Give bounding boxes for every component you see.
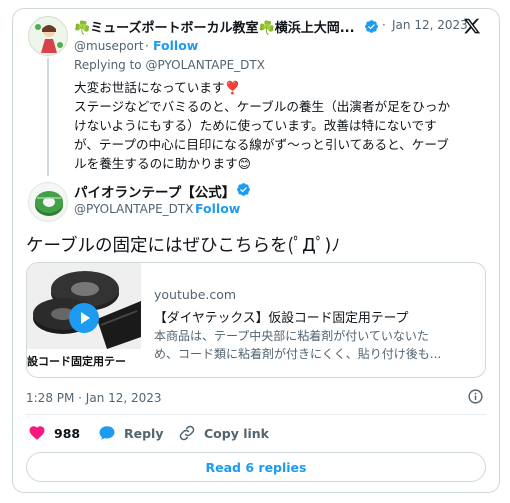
- link-icon: [179, 425, 195, 441]
- reply-line: ルを養生するのに助かります😊: [74, 156, 251, 171]
- reply-label: Reply: [124, 425, 164, 441]
- verified-badge-icon: [237, 183, 250, 196]
- main-follow-link[interactable]: Follow: [195, 201, 240, 216]
- reply-body: 大変お世話になっています❣️ ステージなどでバミるのと、ケーブルの養生（出演者が…: [74, 78, 484, 173]
- read-replies-button[interactable]: Read 6 replies: [26, 452, 486, 482]
- thread-connector-line: [47, 58, 49, 176]
- reply-line: けないようにもする）ために使っています。改善は特にないです: [74, 118, 437, 133]
- reply-display-name[interactable]: ☘️ミューズポートボーカル教室☘️横浜上大岡...: [74, 17, 355, 36]
- main-timestamp[interactable]: 1:28 PM · Jan 12, 2023: [26, 391, 162, 405]
- reply-handle[interactable]: @museport: [74, 39, 144, 53]
- x-logo-icon[interactable]: [463, 17, 481, 35]
- reply-handle-separator: ·: [145, 39, 149, 53]
- like-button[interactable]: 988: [28, 424, 80, 442]
- pyolan-avatar[interactable]: [28, 182, 68, 222]
- card-description-line: 本商品は、テープ中央部に粘着剤が付いていないた: [154, 329, 429, 343]
- main-display-name[interactable]: パイオランテープ【公式】: [74, 181, 235, 201]
- main-handle-separator: ·: [186, 202, 190, 216]
- main-handle[interactable]: @PYOLANTAPE_DTX: [74, 202, 193, 216]
- card-title: 【ダイヤテックス】仮設コード固定用テープ: [154, 311, 409, 326]
- replying-to-prefix: Replying to: [74, 58, 142, 72]
- card-description-line: め、コード類に粘着剤が付きにくく、貼り付け後も...: [154, 347, 442, 361]
- reply-line: が、テープの中心に目印になる線がず〜っと引いてあると、ケーブ: [74, 137, 449, 152]
- play-icon[interactable]: [69, 303, 99, 333]
- actions-divider: [26, 414, 486, 415]
- read-replies-label: Read 6 replies: [205, 459, 307, 475]
- main-tweet-text: ケーブルの固定にはぜひこちらを(ﾟДﾟ)ﾉ: [26, 236, 341, 256]
- verified-badge-icon: [365, 20, 378, 33]
- youtube-link-card[interactable]: 設コード固定用テー youtube.com 【ダイヤテックス】仮設コード固定用テ…: [26, 262, 486, 378]
- tape-roll-illustration: [29, 183, 67, 221]
- like-count: 988: [54, 425, 81, 441]
- reply-button[interactable]: Reply: [98, 424, 163, 442]
- card-domain: youtube.com: [154, 287, 237, 302]
- reply-line: 大変お世話になっています❣️: [74, 80, 241, 95]
- copy-link-button[interactable]: Copy link: [178, 424, 269, 442]
- museport-avatar-illustration: [29, 17, 67, 55]
- heart-icon: [29, 426, 45, 440]
- reply-line: ステージなどでバミるのと、ケーブルの養生（出演者が足をひっか: [74, 99, 451, 114]
- reply-date-separator: ·: [382, 18, 386, 32]
- museport-avatar[interactable]: [28, 16, 68, 56]
- thumbnail-caption: 設コード固定用テー: [27, 355, 126, 368]
- reply-follow-link[interactable]: Follow: [153, 38, 198, 53]
- reply-bubble-icon: [99, 426, 115, 440]
- replying-to-handle[interactable]: @PYOLANTAPE_DTX: [145, 58, 264, 72]
- replying-to-line: Replying to @PYOLANTAPE_DTX: [74, 58, 265, 72]
- reply-date[interactable]: Jan 12, 2023: [392, 18, 468, 32]
- info-icon[interactable]: [467, 388, 484, 405]
- copy-link-label: Copy link: [204, 425, 269, 441]
